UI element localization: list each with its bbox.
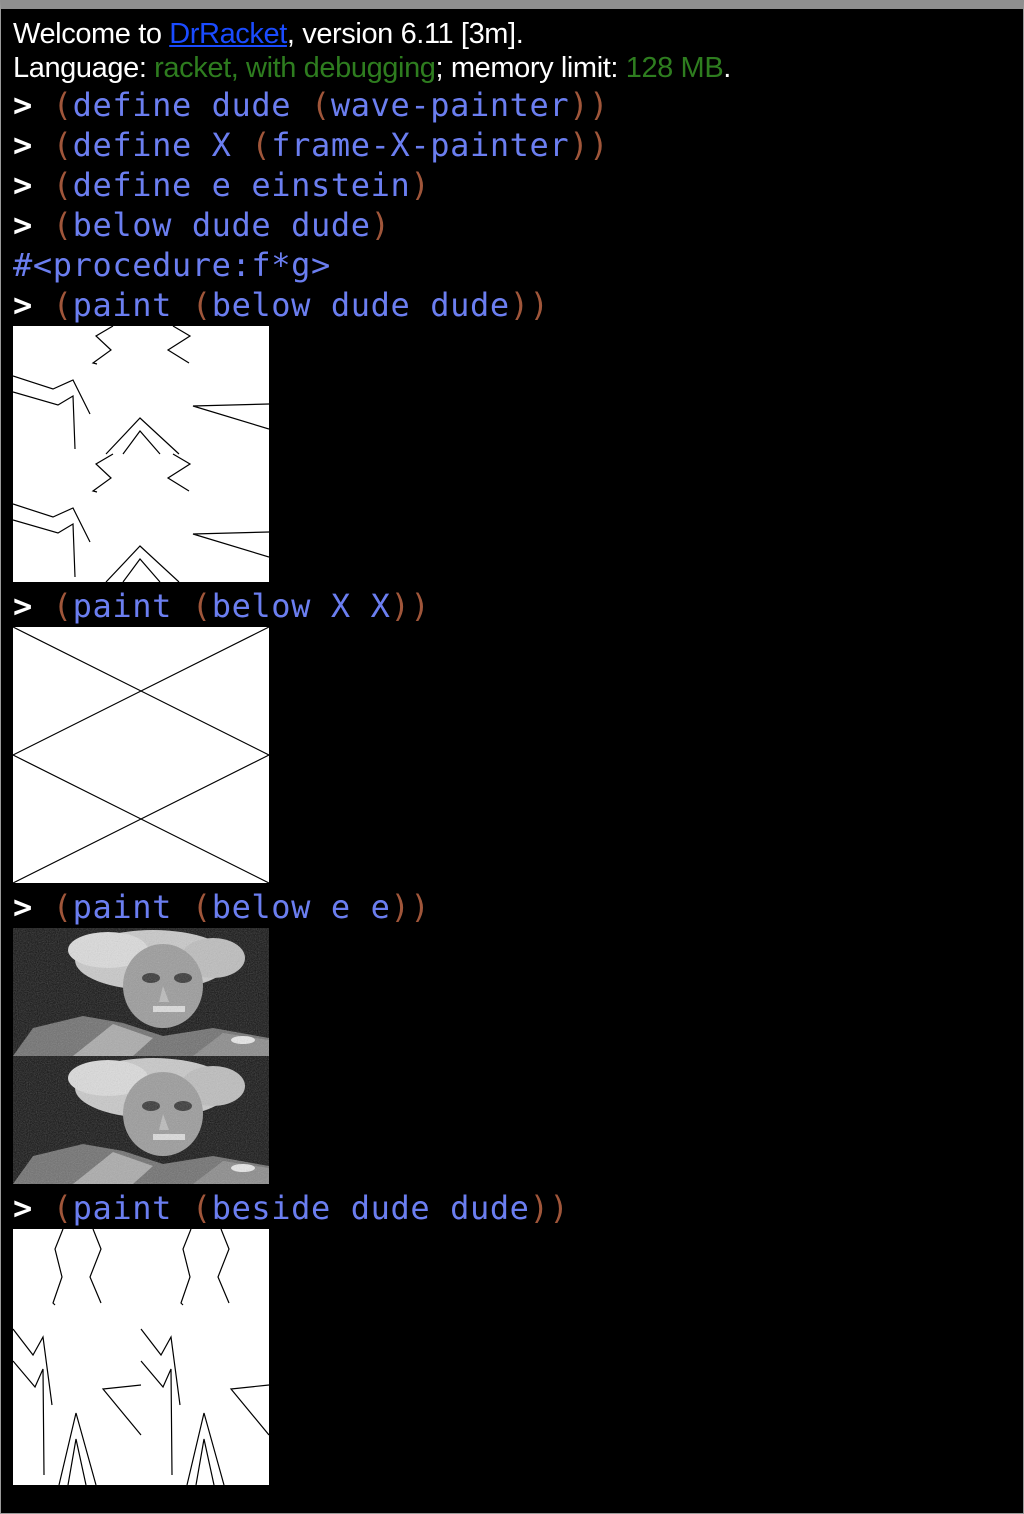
version-text: , version 6.11 [3m]. — [286, 18, 524, 50]
prompt: > — [13, 206, 33, 244]
drracket-link[interactable]: DrRacket — [169, 18, 287, 50]
wave-figures-stacked-image — [13, 326, 269, 582]
interaction-define-x[interactable]: > (define X (frame-X-painter)) — [13, 125, 1023, 165]
welcome-prefix: Welcome to — [13, 18, 170, 50]
drracket-interactions-window[interactable]: Welcome to DrRacket, version 6.11 [3m]. … — [0, 0, 1024, 1514]
prompt: > — [13, 587, 33, 625]
einstein-photos-stacked-image — [13, 928, 269, 1184]
prompt: > — [13, 126, 33, 164]
painted-image-x-stacked — [13, 627, 269, 883]
painted-image-einstein-stacked — [13, 928, 269, 1184]
interaction-define-dude[interactable]: > (define dude (wave-painter)) — [13, 85, 1023, 125]
painted-image-wave-stacked — [13, 326, 269, 582]
memory-value: 128 MB — [625, 52, 724, 84]
interaction-paint-below-x[interactable]: > (paint (below X X)) — [13, 586, 1023, 626]
painted-image-wave-beside — [13, 1229, 269, 1485]
language-prefix: Language: — [13, 52, 155, 84]
memory-suffix: . — [723, 52, 731, 84]
interaction-paint-below-e[interactable]: > (paint (below e e)) — [13, 887, 1023, 927]
memory-prefix: ; memory limit: — [435, 52, 626, 84]
language-line: Language: racket, with debugging; memory… — [13, 51, 1023, 85]
interactions-pane[interactable]: Welcome to DrRacket, version 6.11 [3m]. … — [1, 9, 1023, 1485]
interaction-below-dude-dude[interactable]: > (below dude dude) — [13, 205, 1023, 245]
wave-figures-beside-image — [13, 1229, 269, 1485]
welcome-line: Welcome to DrRacket, version 6.11 [3m]. — [13, 17, 1023, 51]
procedure-result: #<procedure:f*g> — [13, 246, 331, 284]
prompt: > — [13, 286, 33, 324]
interaction-define-e[interactable]: > (define e einstein) — [13, 165, 1023, 205]
prompt: > — [13, 166, 33, 204]
prompt: > — [13, 888, 33, 926]
prompt: > — [13, 1189, 33, 1227]
x-frames-stacked-image — [13, 627, 269, 883]
interaction-paint-beside-dude[interactable]: > (paint (beside dude dude)) — [13, 1188, 1023, 1228]
interaction-paint-below-dude[interactable]: > (paint (below dude dude)) — [13, 285, 1023, 325]
language-value: racket, with debugging — [154, 52, 436, 84]
prompt: > — [13, 86, 33, 124]
